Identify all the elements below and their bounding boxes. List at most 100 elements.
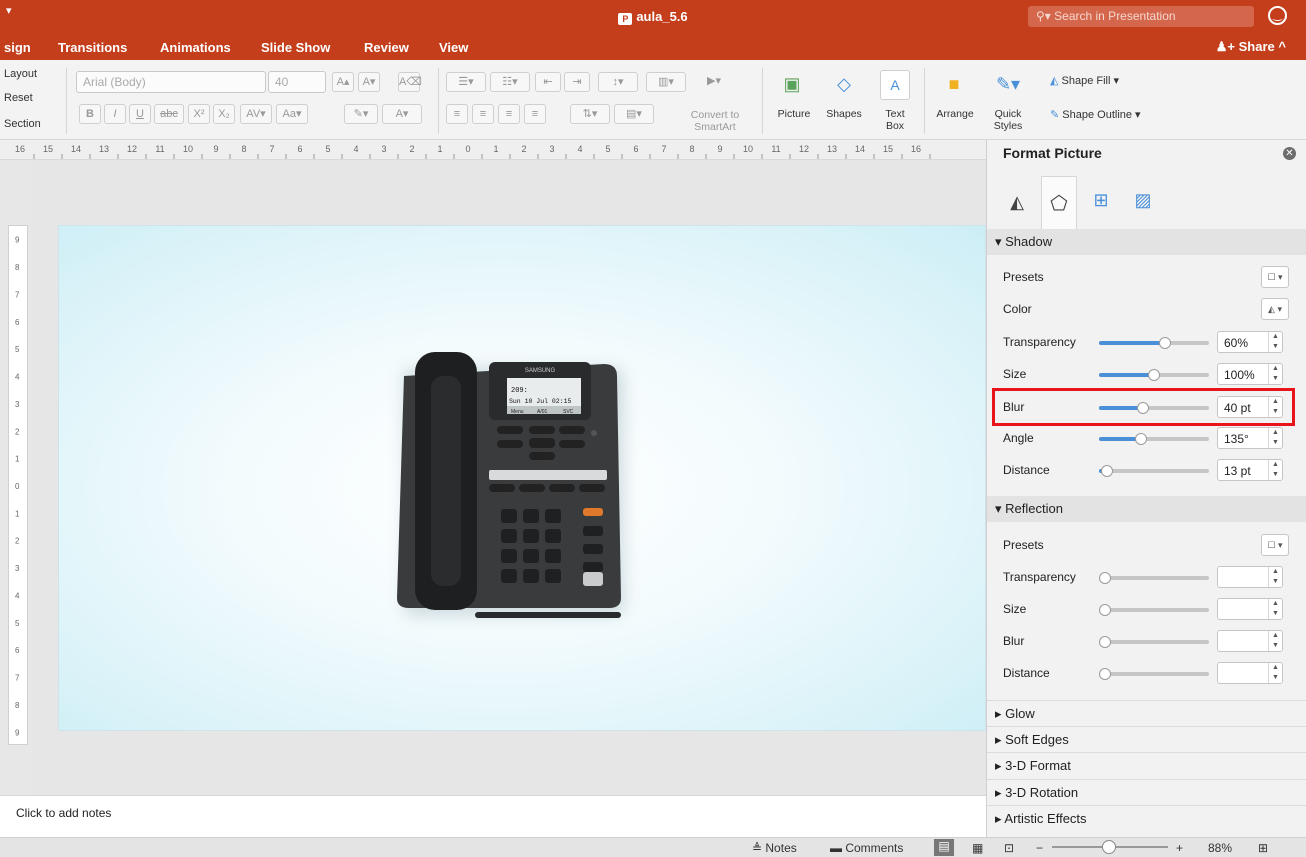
tab-transitions[interactable]: Transitions <box>58 40 127 55</box>
reflection-transparency-input[interactable]: ▲ ▼ <box>1217 566 1283 588</box>
underline-icon[interactable]: U <box>129 104 151 124</box>
notes-pane[interactable]: Click to add notes <box>0 795 986 837</box>
reflection-size-slider[interactable] <box>1099 604 1209 616</box>
shadow-transparency-slider[interactable] <box>1099 337 1209 349</box>
arrange-icon[interactable]: ■ <box>936 70 972 100</box>
italic-icon[interactable]: I <box>104 104 126 124</box>
reflection-size-input[interactable]: ▲ ▼ <box>1217 598 1283 620</box>
highlight-color-icon[interactable]: ✎▾ <box>344 104 378 124</box>
slide-sorter-icon[interactable]: ▦ <box>972 841 983 855</box>
font-name-select[interactable]: Arial (Body) <box>76 71 266 93</box>
share-button[interactable]: ♟+ Share ^ <box>1216 39 1286 55</box>
reflection-presets-picker[interactable]: ☐ ▾ <box>1261 534 1289 556</box>
tab-review[interactable]: Review <box>364 40 409 55</box>
reflection-blur-input[interactable]: ▲ ▼ <box>1217 630 1283 652</box>
convert-to-smartart-button[interactable]: Convert to SmartArt <box>680 109 750 133</box>
reading-view-icon[interactable]: ⊡ <box>1004 841 1014 855</box>
slide[interactable]: SAMSUNG 209: Sun 10 Jul 02:15 Menu A/01 … <box>58 225 986 731</box>
shadow-size-input[interactable]: 100% ▲ ▼ <box>1217 363 1283 385</box>
slider-knob[interactable] <box>1159 337 1171 349</box>
change-case-icon[interactable]: Aa▾ <box>276 104 308 124</box>
slider-knob[interactable] <box>1099 604 1111 616</box>
justify-icon[interactable]: ≡ <box>524 104 546 124</box>
shape-outline-button[interactable]: ✎ Shape Outline ▾ <box>1050 108 1141 121</box>
phone-picture[interactable]: SAMSUNG 209: Sun 10 Jul 02:15 Menu A/01 … <box>59 226 987 732</box>
comments-toggle[interactable]: ▬ Comments <box>830 841 903 855</box>
spinner-arrows-icon[interactable]: ▲ ▼ <box>1268 567 1282 587</box>
slider-knob[interactable] <box>1148 369 1160 381</box>
notes-toggle[interactable]: ≜ Notes <box>752 841 797 855</box>
normal-view-icon[interactable]: ▤ <box>934 839 954 856</box>
feedback-smiley-icon[interactable]: ‿ <box>1268 6 1287 25</box>
numbering-icon[interactable]: ☷▾ <box>490 72 530 92</box>
shadow-distance-slider[interactable] <box>1099 465 1209 477</box>
quick-styles-button[interactable]: Quick Styles <box>988 108 1028 132</box>
align-right-icon[interactable]: ≡ <box>498 104 520 124</box>
increase-font-icon[interactable]: A▴ <box>332 72 354 92</box>
picture-icon[interactable]: ▣ <box>772 68 812 102</box>
shapes-icon[interactable]: ◇ <box>824 68 864 102</box>
soft-edges-section-header[interactable]: ▸ Soft Edges <box>987 726 1306 752</box>
bullets-icon[interactable]: ☰▾ <box>446 72 486 92</box>
tab-slide-show[interactable]: Slide Show <box>261 40 330 55</box>
shapes-button[interactable]: Shapes <box>820 108 868 120</box>
close-icon[interactable]: ✕ <box>1283 147 1296 160</box>
reflection-distance-input[interactable]: ▲ ▼ <box>1217 662 1283 684</box>
spinner-arrows-icon[interactable]: ▲ ▼ <box>1268 460 1282 480</box>
font-color-icon[interactable]: A▾ <box>382 104 422 124</box>
spinner-arrows-icon[interactable]: ▲ ▼ <box>1268 364 1282 384</box>
shadow-presets-picker[interactable]: ☐ ▾ <box>1261 266 1289 288</box>
spinner-arrows-icon[interactable]: ▲ ▼ <box>1268 428 1282 448</box>
clear-format-icon[interactable]: A⌫ <box>398 72 422 92</box>
bold-icon[interactable]: B <box>79 104 101 124</box>
3d-format-section-header[interactable]: ▸ 3-D Format <box>987 752 1306 778</box>
increase-indent-icon[interactable]: ⇥ <box>564 72 590 92</box>
reflection-distance-slider[interactable] <box>1099 668 1209 680</box>
tab-animations[interactable]: Animations <box>160 40 231 55</box>
reflection-transparency-slider[interactable] <box>1099 572 1209 584</box>
zoom-in-icon[interactable]: + <box>1176 841 1183 855</box>
reset-button[interactable]: Reset <box>4 92 33 104</box>
shadow-size-slider[interactable] <box>1099 369 1209 381</box>
text-direction-icon[interactable]: ⇅▾ <box>570 104 610 124</box>
artistic-effects-section-header[interactable]: ▸ Artistic Effects <box>987 805 1306 831</box>
slider-knob[interactable] <box>1134 433 1147 445</box>
zoom-out-icon[interactable]: − <box>1036 841 1043 855</box>
slider-knob[interactable] <box>1099 668 1111 680</box>
superscript-icon[interactable]: X² <box>188 104 210 124</box>
shape-fill-button[interactable]: ◭ Shape Fill ▾ <box>1050 74 1119 87</box>
picture-tab[interactable]: ▨ <box>1125 176 1161 230</box>
columns-icon[interactable]: ▥▾ <box>646 72 686 92</box>
zoom-level[interactable]: 88% <box>1208 841 1232 855</box>
reflection-section-header[interactable]: ▾ Reflection <box>987 496 1306 522</box>
3d-rotation-section-header[interactable]: ▸ 3-D Rotation <box>987 779 1306 805</box>
line-spacing-icon[interactable]: ↕▾ <box>598 72 638 92</box>
character-spacing-icon[interactable]: AV▾ <box>240 104 272 124</box>
fit-to-window-icon[interactable]: ⊞ <box>1258 841 1268 855</box>
tab-design[interactable]: sign <box>4 40 31 55</box>
effects-tab[interactable]: ⬠ <box>1041 176 1077 230</box>
spinner-arrows-icon[interactable]: ▲ ▼ <box>1268 663 1282 683</box>
shadow-angle-slider[interactable] <box>1099 433 1209 445</box>
shadow-distance-input[interactable]: 13 pt ▲ ▼ <box>1217 459 1283 481</box>
smartart-icon[interactable]: ▶▾ <box>694 72 734 92</box>
decrease-indent-icon[interactable]: ⇤ <box>535 72 561 92</box>
shadow-section-header[interactable]: ▾ Shadow <box>987 229 1306 255</box>
spinner-arrows-icon[interactable]: ▲ ▼ <box>1268 599 1282 619</box>
arrange-button[interactable]: Arrange <box>930 108 980 120</box>
slider-knob[interactable] <box>1100 465 1113 477</box>
section-button[interactable]: Section <box>4 118 41 130</box>
text-box-icon[interactable]: A <box>880 70 910 100</box>
shadow-color-picker[interactable]: ◭ ▾ <box>1261 298 1289 320</box>
decrease-font-icon[interactable]: A▾ <box>358 72 380 92</box>
align-center-icon[interactable]: ≡ <box>472 104 494 124</box>
size-properties-tab[interactable]: ⊞ <box>1083 176 1119 230</box>
search-input[interactable]: ⚲▾ Search in Presentation <box>1028 6 1254 27</box>
strikethrough-icon[interactable]: abc <box>154 104 184 124</box>
spinner-arrows-icon[interactable]: ▲ ▼ <box>1268 631 1282 651</box>
slider-knob[interactable] <box>1099 572 1111 584</box>
picture-button[interactable]: Picture <box>770 108 818 120</box>
glow-section-header[interactable]: ▸ Glow <box>987 700 1306 726</box>
shadow-transparency-input[interactable]: 60% ▲ ▼ <box>1217 331 1283 353</box>
fill-line-tab[interactable]: ◭ <box>999 176 1035 230</box>
